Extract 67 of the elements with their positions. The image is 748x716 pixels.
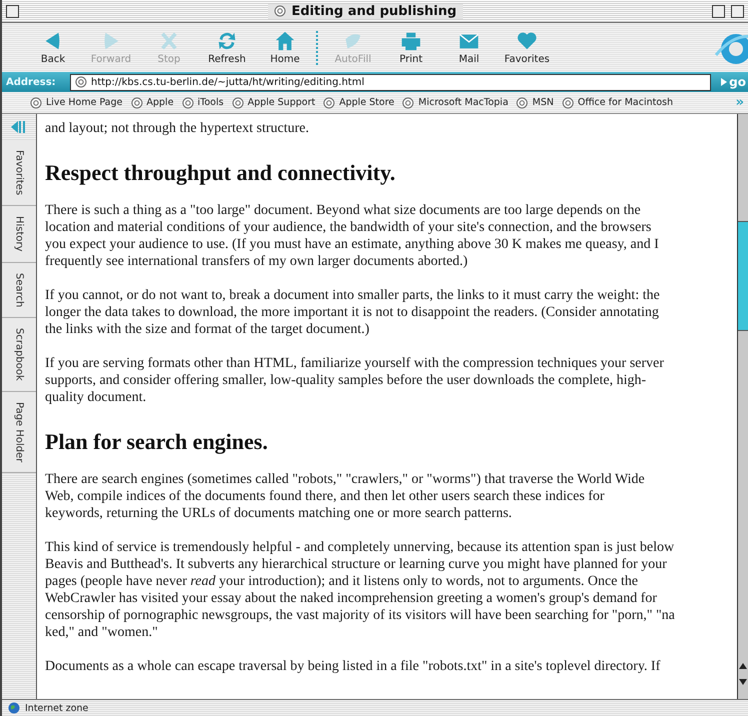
page-icon [516,96,528,108]
close-box[interactable] [6,4,19,18]
paragraph-line: Documents as a whole can escape traversal by being listed in a file "robots.txt" in a site's toplevel directory. If [45,658,662,675]
toolbar-button[interactable]: Refresh [198,30,256,65]
toolbar-button[interactable]: Home [256,30,314,65]
paragraph-line: This kind of service is tremendously helpful - and completely unnerving, because its attention span is just below [45,539,676,556]
sidebar-toggle-icon[interactable] [11,120,27,134]
paragraph-line: frequently see international transfers of my own larger documents aborted.) [45,253,469,270]
paragraph-line: supports, and consider offering smaller, low-quality samples before the user downloads the complete, high- [45,372,648,389]
toolbar-button[interactable]: Favorites [498,30,556,65]
favorite-link[interactable]: Apple [130,96,174,108]
page-icon [232,96,244,108]
paragraph-line: censorship of pornographic newsgroups, the vast majority of its visitors will have been searching for "porn," "na [45,607,676,624]
page-icon [274,5,286,17]
page-icon [30,96,42,108]
window-title: Editing and publishing [268,4,463,18]
paragraph-line: the links with the size and format of the target document.) [45,321,370,338]
home-icon [273,30,297,52]
paragraph-line: quality document. [45,389,148,406]
sidebar-tab[interactable]: History [2,206,36,263]
triangle-icon [721,78,728,86]
page-icon [182,96,194,108]
paragraph-line: and layout; not through the hypertext structure. [45,120,310,137]
paragraph-line: location and material conditions of your audience, the bandwidth of your site's connection, and the browsers [45,219,652,236]
address-field[interactable]: http://kbs.cs.tu-berlin.de/~jutta/ht/writing/editing.html [70,74,712,90]
paragraph-line: longer the data takes to download, the more important it is not to disappoint the readers. (Consider annotating [45,304,660,321]
security-zone: Internet zone [25,702,88,714]
page-icon [130,96,142,108]
globe-icon [8,702,20,714]
sidebar-tab[interactable]: Page Holder [2,392,36,474]
toolbar-button[interactable]: Mail [440,30,498,65]
paragraph-line: pages (people have never read your introduction); and it listens only to words, not to arguments. Once the [45,573,639,590]
favorite-link[interactable]: iTools [182,96,224,108]
favorite-link[interactable]: Apple Support [232,96,316,108]
paragraph-line: If you cannot, or do not want to, break a document into smaller parts, the links to it must carry the weight: the [45,287,661,304]
paragraph-line: you expect your audience to use. (If you must have an estimate, anything above 30 K makes me queasy, and I [45,236,660,253]
toolbar-button[interactable]: Print [382,30,440,65]
favorite-link[interactable]: Microsoft MacTopia [402,96,508,108]
page-icon [323,96,336,108]
paragraph-line: There is such a thing as a "too large" document. Beyond what size documents are too large depends on the [45,202,642,219]
paragraph-line: Web, compile indices of the documents found there, and then let other users search these indices for [45,488,606,505]
page-icon [402,96,414,108]
section-heading: Plan for search engines. [45,428,269,455]
favorite-link[interactable]: MSN [516,96,554,108]
sidebar-tab[interactable]: Search [2,262,36,318]
zoom-box[interactable] [712,4,726,18]
toolbar-button[interactable]: Back [24,30,82,65]
paragraph-line: There are search engines (sometimes called "robots," "crawlers," or "worms") that traverse the World Wide [45,471,646,488]
scroll-thumb[interactable] [738,221,748,331]
page-icon [562,96,574,108]
favorite-link[interactable]: Apple Store [323,96,394,108]
section-heading: Respect throughput and connectivity. [45,159,396,186]
printer-icon [399,30,423,52]
heart-icon [515,30,539,52]
sidebar-tab[interactable]: Favorites [2,140,36,206]
paragraph-line: keywords, returning the URLs of documents matching one or more search patterns. [45,505,513,522]
paragraph-line: Beavis and Butthead's. It subverts any hierarchical structure or learning curve you might have planned for your [45,556,668,573]
scrollbar[interactable] [737,114,748,699]
paragraph-line: WebCrawler has visited your essay about the naked incomprehension greeting a women's group's demand for [45,590,658,607]
paragraph-line: ked," and "women." [45,624,159,641]
favorite-link[interactable]: Office for Macintosh [562,96,673,108]
sidebar-tab[interactable]: Scrapbook [2,318,36,392]
paragraph-line: If you are serving formats other than HTML, familiarize yourself with the compression techniques your server [45,355,665,372]
collapse-box[interactable] [731,4,744,18]
favorite-link[interactable]: Live Home Page [30,96,122,108]
page-icon [75,76,87,88]
address-label: Address: [6,76,57,88]
